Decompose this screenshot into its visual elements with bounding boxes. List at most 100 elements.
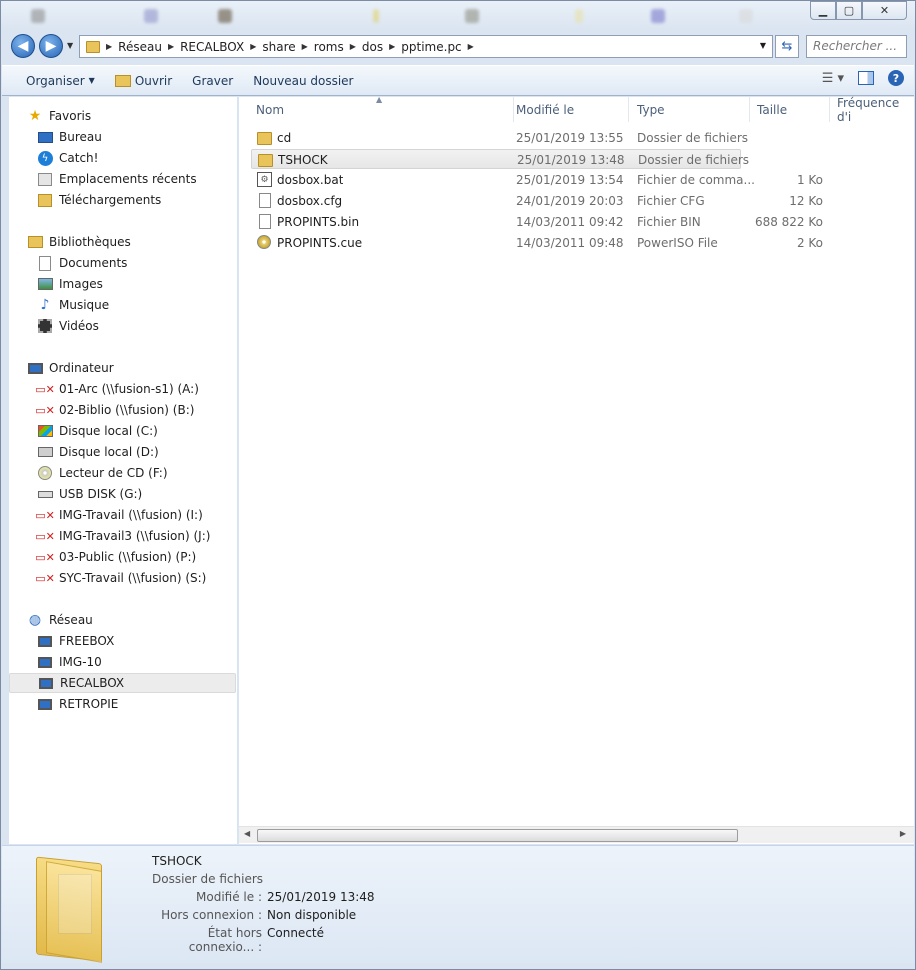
sidebar-item-images[interactable]: Images — [37, 274, 227, 294]
refresh-button[interactable]: ⇆ — [775, 35, 799, 58]
details-pane: TSHOCK Dossier de fichiers Modifié le : … — [2, 845, 914, 963]
sidebar-item-drive-p[interactable]: ▭✕ 03-Public (\\fusion) (P:) — [35, 547, 227, 567]
file-type: Fichier BIN — [637, 215, 701, 229]
back-button[interactable]: ◀ — [11, 34, 35, 58]
address-dropdown-icon[interactable]: ▼ — [760, 41, 766, 50]
horizontal-scrollbar[interactable]: ◀ ▶ — [239, 826, 914, 843]
network-globe-icon: ◍ — [28, 612, 42, 628]
file-row[interactable]: TSHOCK 25/01/2019 13:48 Dossier de fichi… — [251, 149, 749, 169]
file-row[interactable]: PROPINTS.cue 14/03/2011 09:48 PowerISO F… — [251, 233, 823, 253]
breadcrumb-item[interactable]: Réseau — [114, 40, 166, 54]
file-size: 2 Ko — [796, 236, 823, 250]
file-name: cd — [277, 131, 292, 145]
search-input[interactable]: Rechercher ... — [806, 35, 907, 58]
column-header-type[interactable]: Type — [629, 97, 750, 122]
file-row[interactable]: PROPINTS.bin 14/03/2011 09:42 Fichier BI… — [251, 212, 823, 232]
breadcrumb-separator-icon[interactable]: ▶ — [104, 42, 114, 51]
sidebar-item-drive-c[interactable]: Disque local (C:) — [37, 421, 227, 441]
new-folder-button[interactable]: Nouveau dossier — [243, 68, 363, 94]
sidebar-item-music[interactable]: ♪ Musique — [37, 295, 227, 315]
sidebar-item-freebox[interactable]: FREEBOX — [37, 631, 227, 651]
forward-button[interactable]: ▶ — [39, 34, 63, 58]
breadcrumb-separator-icon[interactable]: ▶ — [166, 42, 176, 51]
breadcrumb-item[interactable]: roms — [310, 40, 348, 54]
breadcrumb-separator-icon[interactable]: ▶ — [300, 42, 310, 51]
details-offline-label: Hors connexion : — [161, 908, 262, 922]
organize-menu-button[interactable]: Organiser ▼ — [16, 68, 105, 94]
sidebar-item-label: Téléchargements — [59, 193, 162, 207]
sidebar-item-label: Catch! — [59, 151, 99, 165]
sidebar-group-label: Favoris — [49, 109, 92, 123]
sidebar-item-drive-b[interactable]: ▭✕ 02-Biblio (\\fusion) (B:) — [35, 400, 227, 420]
sidebar-group-network[interactable]: ◍ Réseau — [27, 610, 227, 630]
sidebar-item-drive-i[interactable]: ▭✕ IMG-Travail (\\fusion) (I:) — [35, 505, 227, 525]
sidebar-group-computer[interactable]: Ordinateur — [27, 358, 227, 378]
scroll-left-icon[interactable]: ◀ — [244, 829, 250, 838]
details-item-type: Dossier de fichiers — [152, 872, 264, 886]
sidebar-item-drive-a[interactable]: ▭✕ 01-Arc (\\fusion-s1) (A:) — [35, 379, 227, 399]
breadcrumb-item[interactable]: dos — [358, 40, 387, 54]
sidebar-item-label: Disque local (C:) — [59, 424, 158, 438]
view-options-icon[interactable]: ☰ ▾ — [822, 71, 844, 86]
sidebar-item-retropie[interactable]: RETROPIE — [37, 694, 227, 714]
star-icon: ★ — [28, 108, 42, 124]
sidebar-item-bureau[interactable]: Bureau — [37, 127, 227, 147]
maximize-button[interactable]: ▢ — [836, 1, 862, 20]
column-header-size[interactable]: Taille — [749, 97, 830, 122]
details-item-name: TSHOCK — [152, 854, 202, 868]
sidebar-item-recent-places[interactable]: Emplacements récents — [37, 169, 227, 189]
file-type: Fichier de comma... — [637, 173, 755, 187]
file-icon — [257, 214, 273, 230]
sidebar-item-drive-g[interactable]: USB DISK (G:) — [37, 484, 227, 504]
libraries-icon — [27, 234, 43, 250]
blurred-taskbar-icon — [218, 9, 232, 23]
sidebar-item-videos[interactable]: Vidéos — [37, 316, 227, 336]
column-header-frequency[interactable]: Fréquence d'i — [829, 96, 914, 124]
chevron-down-icon: ▼ — [88, 76, 95, 85]
breadcrumb-separator-icon[interactable]: ▶ — [348, 42, 358, 51]
preview-pane-icon[interactable] — [858, 71, 874, 85]
images-icon — [37, 276, 53, 292]
column-header-name[interactable]: Nom ▲ — [248, 95, 514, 122]
network-computer-icon — [37, 654, 53, 670]
folder-icon — [258, 152, 274, 168]
breadcrumb-separator-icon[interactable]: ▶ — [466, 42, 476, 51]
sidebar-item-label: IMG-10 — [59, 655, 102, 669]
organize-label: Organiser — [26, 73, 85, 88]
recent-pages-chevron-icon[interactable]: ▼ — [67, 41, 73, 50]
file-row[interactable]: dosbox.cfg 24/01/2019 20:03 Fichier CFG … — [251, 191, 823, 211]
burn-button[interactable]: Graver — [182, 68, 243, 94]
blurred-taskbar-icon — [144, 9, 158, 23]
scrollbar-thumb[interactable] — [257, 829, 738, 842]
sidebar-item-drive-j[interactable]: ▭✕ IMG-Travail3 (\\fusion) (J:) — [35, 526, 227, 546]
file-modified: 25/01/2019 13:48 — [517, 153, 625, 167]
sidebar-item-img-10[interactable]: IMG-10 — [37, 652, 227, 672]
breadcrumb-separator-icon[interactable]: ▶ — [248, 42, 258, 51]
open-button[interactable]: Ouvrir — [105, 68, 182, 94]
film-icon — [37, 318, 53, 334]
sidebar-group-favorites[interactable]: ★ Favoris — [27, 106, 227, 126]
help-icon[interactable]: ? — [888, 70, 904, 86]
sidebar-item-drive-f[interactable]: Lecteur de CD (F:) — [37, 463, 227, 483]
address-bar[interactable]: ▶ Réseau ▶ RECALBOX ▶ share ▶ roms ▶ dos… — [79, 35, 773, 58]
close-button[interactable]: ✕ — [862, 1, 907, 20]
sidebar-item-recalbox[interactable]: RECALBOX — [9, 673, 236, 693]
sidebar-item-drive-s[interactable]: ▭✕ SYC-Travail (\\fusion) (S:) — [35, 568, 227, 588]
sidebar-group-libraries[interactable]: Bibliothèques — [27, 232, 227, 252]
file-name: PROPINTS.cue — [277, 236, 363, 250]
breadcrumb-separator-icon[interactable]: ▶ — [387, 42, 397, 51]
breadcrumb-item[interactable]: RECALBOX — [176, 40, 248, 54]
system-drive-icon — [37, 423, 53, 439]
sidebar-item-documents[interactable]: Documents — [37, 253, 227, 273]
file-row[interactable]: ⚙ dosbox.bat 25/01/2019 13:54 Fichier de… — [251, 170, 823, 190]
breadcrumb-item[interactable]: share — [258, 40, 299, 54]
breadcrumb-item[interactable]: pptime.pc — [397, 40, 465, 54]
sidebar-item-catch[interactable]: ϟ Catch! — [37, 148, 227, 168]
refresh-icon: ⇆ — [781, 39, 793, 54]
file-row[interactable]: cd 25/01/2019 13:55 Dossier de fichiers — [251, 128, 748, 148]
sidebar-item-downloads[interactable]: Téléchargements — [37, 190, 227, 210]
minimize-button[interactable]: ▁ — [810, 1, 836, 20]
scroll-right-icon[interactable]: ▶ — [900, 829, 906, 838]
sidebar-item-drive-d[interactable]: Disque local (D:) — [37, 442, 227, 462]
column-header-modified[interactable]: Modifié le — [508, 97, 629, 122]
